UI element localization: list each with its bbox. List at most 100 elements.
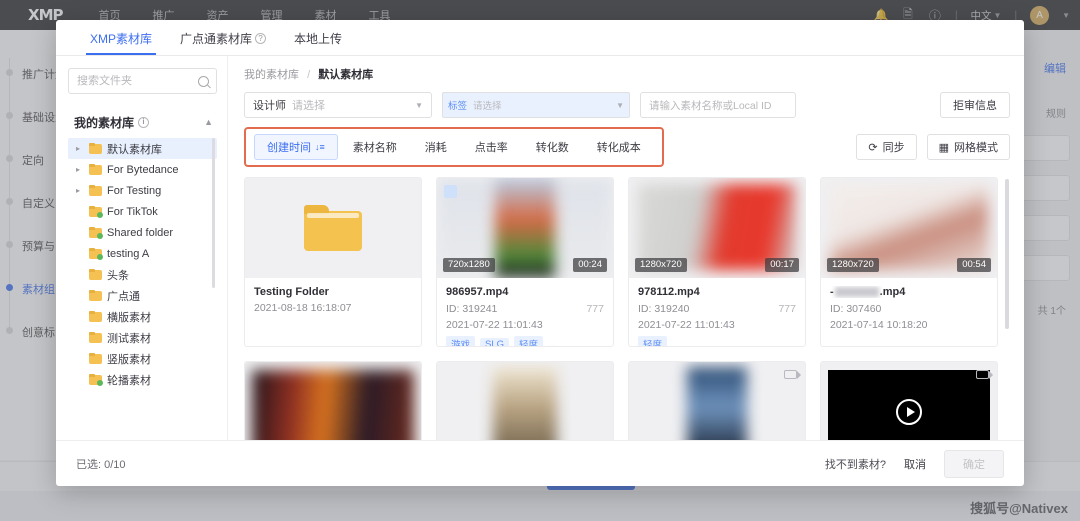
play-icon[interactable]	[896, 399, 922, 425]
folder-label: For Bytedance	[107, 163, 179, 176]
folder-label: testing A	[107, 247, 150, 260]
breadcrumb: 我的素材库 / 默认素材库	[244, 66, 1010, 82]
folder-label: 默认素材库	[107, 143, 162, 156]
duration-badge: 00:24	[573, 257, 607, 272]
tab-label: 广点通素材库	[180, 32, 253, 46]
reject-info-button[interactable]: 拒审信息	[940, 92, 1010, 118]
breadcrumb-root[interactable]: 我的素材库	[244, 69, 299, 81]
tab-xmp-library[interactable]: XMP素材库	[76, 30, 166, 55]
material-card-video[interactable]: 720x1280 00:24 986957.mp4 ID: 319241 777…	[436, 177, 614, 347]
tag-chip[interactable]: 游戏	[446, 336, 476, 346]
tag-label: 标签	[448, 101, 468, 112]
breadcrumb-current: 默认素材库	[318, 69, 374, 81]
sort-row: 创建时间 ↓≡ 素材名称 消耗 点击率 转化数 转化成本 ⟳ 同步 ▦ 网格模式	[244, 127, 1010, 167]
sort-label: 素材名称	[352, 142, 397, 154]
tag-chip[interactable]: 轻度	[638, 336, 668, 346]
folder-icon	[89, 353, 102, 364]
expand-arrow-icon[interactable]: ▸	[76, 144, 84, 153]
material-card-video[interactable]: 1280x720 00:17 978112.mp4 ID: 319240 777…	[628, 177, 806, 347]
dimension-badge: 720x1280	[443, 257, 495, 272]
dimension-badge: 1280x720	[827, 257, 879, 272]
card-count: 777	[778, 303, 796, 315]
grid-scrollbar[interactable]	[1005, 179, 1009, 329]
card-tags: 游戏 SLG 轻度 ...	[446, 336, 604, 347]
card-title: Testing Folder	[254, 286, 329, 298]
sidebar-scrollbar[interactable]	[212, 138, 215, 288]
cancel-button[interactable]: 取消	[904, 456, 926, 472]
tab-local-upload[interactable]: 本地上传	[280, 30, 356, 55]
thumb-image	[495, 178, 555, 278]
sort-label: 创建时间	[267, 142, 311, 154]
expand-arrow-icon[interactable]: ▸	[76, 165, 84, 174]
designer-placeholder: 请选择	[292, 100, 325, 112]
my-library-header[interactable]: 我的素材库 i ▲	[68, 110, 217, 134]
sort-tab-name[interactable]: 素材名称	[340, 134, 410, 160]
tab-gdt-library[interactable]: 广点通素材库 ?	[166, 30, 280, 55]
sort-tab-create-time[interactable]: 创建时间 ↓≡	[254, 134, 338, 160]
material-card-video[interactable]	[436, 361, 614, 440]
confirm-button[interactable]: 确定	[944, 449, 1004, 478]
tag-placeholder: 请选择	[473, 101, 502, 112]
folder-icon	[89, 332, 102, 343]
my-library-label: 我的素材库	[74, 115, 135, 130]
folder-item-tiktok[interactable]: For TikTok	[68, 201, 217, 222]
sort-tab-conversion-cost[interactable]: 转化成本	[584, 134, 654, 160]
card-meta: Testing Folder 2021-08-18 16:18:07	[245, 278, 421, 314]
sort-tab-conversions[interactable]: 转化数	[523, 134, 582, 160]
thumb-image	[252, 370, 414, 440]
material-card-video[interactable]: 1280x720 00:54 - .mp4 ID: 307460 2021-07…	[820, 177, 998, 347]
material-card-folder[interactable]: Testing Folder 2021-08-18 16:18:07	[244, 177, 422, 347]
folder-item-bytedance[interactable]: ▸ For Bytedance	[68, 159, 217, 180]
folder-icon	[89, 164, 102, 175]
designer-select[interactable]: 设计师 请选择 ▼	[244, 92, 432, 118]
folder-item-test-material[interactable]: 测试素材	[68, 327, 217, 348]
card-thumbnail: 720x1280 00:24	[437, 178, 613, 278]
not-found-link[interactable]: 找不到素材?	[825, 456, 886, 472]
select-checkbox[interactable]	[444, 185, 457, 198]
sort-label: 转化成本	[596, 142, 641, 154]
tag-chip[interactable]: SLG	[480, 337, 510, 346]
material-grid-wrapper: Testing Folder 2021-08-18 16:18:07 720x1…	[244, 177, 1010, 440]
material-card-video[interactable]	[628, 361, 806, 440]
screen-root: XMP 首页 推广 资产 管理 素材 工具 🔔 🗎 ⓘ | 中文 ▼ | A ▼…	[0, 0, 1080, 521]
footer-actions: 找不到素材? 取消 确定	[825, 449, 1004, 478]
material-card-video[interactable]	[244, 361, 422, 440]
folder-item-portrait[interactable]: 竖版素材	[68, 348, 217, 369]
tag-chip[interactable]: 轻度	[514, 336, 544, 346]
folder-sidebar: 我的素材库 i ▲ ▸ 默认素材库 ▸ For Bytedance ▸ For Tes…	[56, 56, 228, 440]
reject-info-label: 拒审信息	[953, 100, 997, 112]
folder-item-carousel[interactable]: 轮播素材	[68, 369, 217, 390]
sort-tab-cost[interactable]: 消耗	[412, 134, 460, 160]
tag-more-icon[interactable]: ...	[548, 339, 556, 347]
material-card-video[interactable]	[820, 361, 998, 440]
folder-search-box[interactable]	[68, 68, 217, 94]
folder-item-shared[interactable]: Shared folder	[68, 222, 217, 243]
folder-item-default[interactable]: ▸ 默认素材库	[68, 138, 217, 159]
card-title-prefix: -	[830, 286, 834, 298]
folder-item-testing-a[interactable]: testing A	[68, 243, 217, 264]
expand-arrow-icon[interactable]: ▸	[76, 186, 84, 195]
card-title: - .mp4	[830, 286, 988, 298]
card-id: ID: 307460	[830, 303, 882, 315]
folder-icon	[89, 311, 102, 322]
sort-tab-ctr[interactable]: 点击率	[462, 134, 521, 160]
grid-label: 网格模式	[954, 142, 998, 154]
folder-item-gdt[interactable]: 广点通	[68, 285, 217, 306]
card-meta: 978112.mp4 ID: 319240 777 2021-07-22 11:…	[629, 278, 805, 346]
grid-mode-button[interactable]: ▦ 网格模式	[926, 134, 1010, 160]
card-id-row: ID: 319241 777	[446, 303, 604, 315]
material-search-box[interactable]: 请输入素材名称或Local ID	[640, 92, 796, 118]
folder-search-input[interactable]	[77, 75, 195, 87]
folder-label: Shared folder	[107, 226, 174, 239]
grid-icon: ▦	[938, 141, 949, 154]
sync-button[interactable]: ⟳ 同步	[856, 134, 917, 160]
folder-item-toutiao[interactable]: 头条	[68, 264, 217, 285]
material-search-placeholder: 请输入素材名称或Local ID	[649, 99, 772, 112]
card-date: 2021-07-22 11:01:43	[638, 319, 735, 331]
duration-badge: 00:54	[957, 257, 991, 272]
folder-item-landscape[interactable]: 横版素材	[68, 306, 217, 327]
folder-item-testing[interactable]: ▸ For Testing	[68, 180, 217, 201]
tag-select[interactable]: 标签 请选择 ▼	[442, 92, 630, 118]
card-thumbnail	[245, 178, 421, 278]
tab-label: XMP素材库	[90, 32, 153, 46]
